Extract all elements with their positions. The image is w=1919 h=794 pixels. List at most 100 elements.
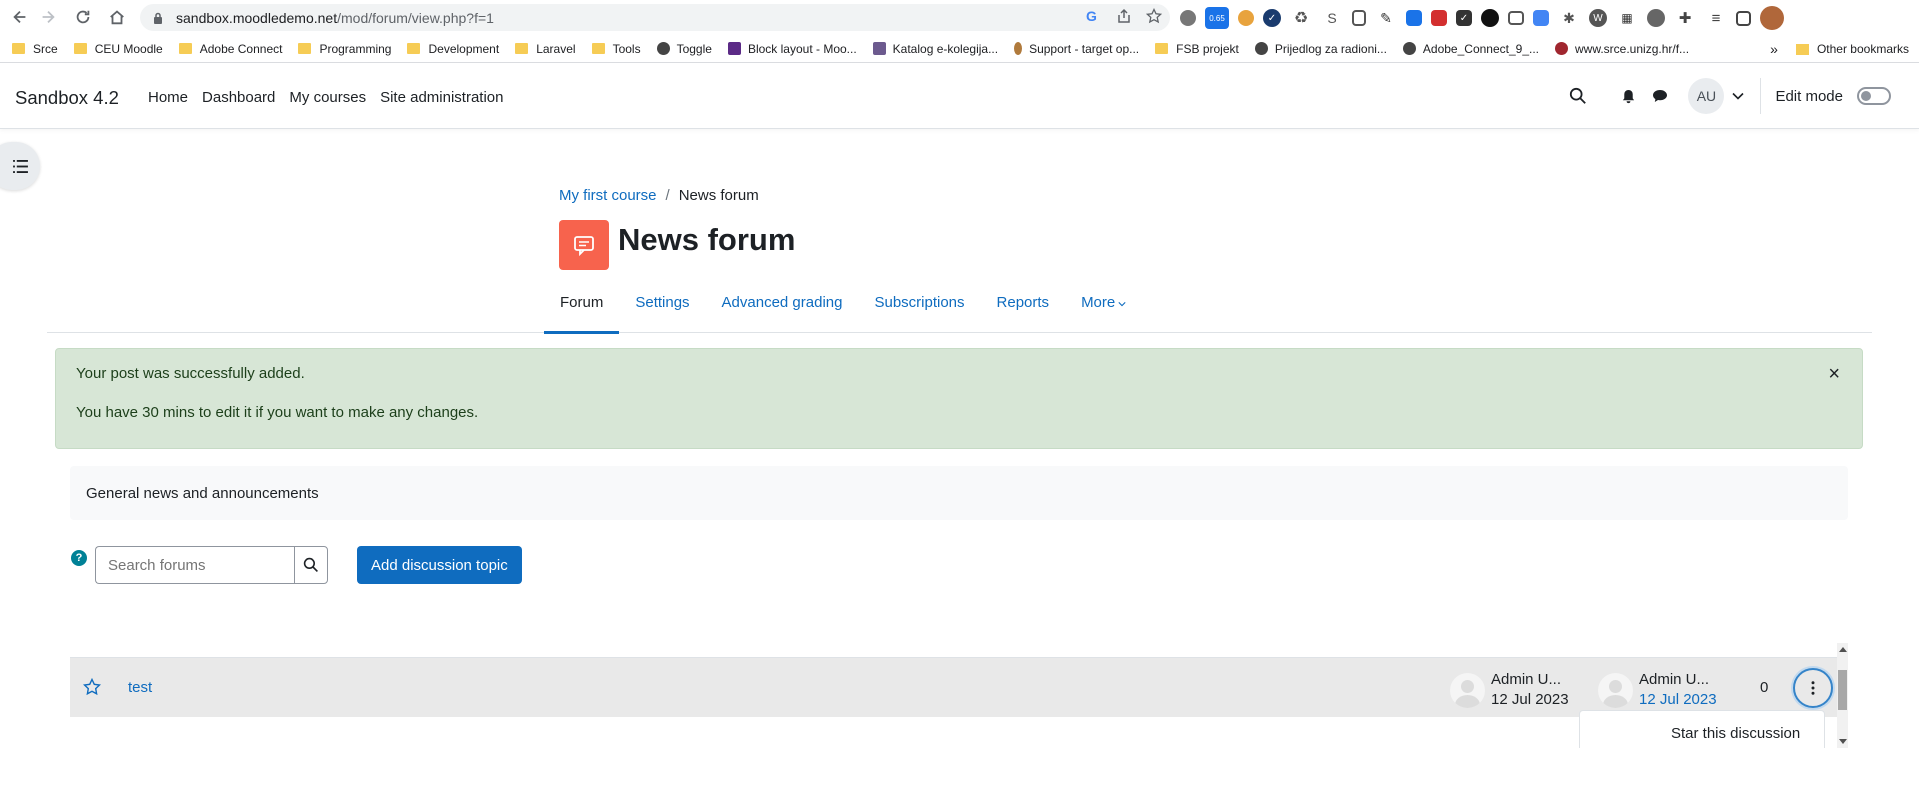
cube-icon: [872, 42, 886, 55]
add-discussion-topic-button[interactable]: Add discussion topic: [357, 546, 522, 584]
extensions-bar: 0.65 ✓ ♻ S ✎ ✓ ✱ W ▦ ✚ ≡: [1180, 6, 1784, 30]
reload-icon[interactable]: [66, 0, 100, 34]
alert-message: Your post was successfully added.: [76, 365, 305, 382]
discussion-title-link[interactable]: test: [128, 679, 152, 696]
globe-icon: [656, 42, 670, 55]
url-path: /mod/forum/view.php?f=1: [337, 9, 494, 26]
reading-list-icon[interactable]: ≡: [1705, 7, 1727, 29]
lock-icon: [154, 12, 162, 24]
folder-icon: [1795, 43, 1809, 55]
skype-icon[interactable]: S: [1321, 7, 1343, 29]
blue-square-icon[interactable]: [1406, 10, 1422, 26]
bookmark-katalog[interactable]: Katalog e-kolegija...: [872, 42, 998, 56]
folder-icon: [1155, 43, 1169, 54]
speedometer-icon[interactable]: [1647, 9, 1665, 27]
bookmark-support[interactable]: Support - target op...: [1014, 42, 1139, 56]
aperture-icon[interactable]: [1481, 9, 1499, 27]
tab-more[interactable]: More: [1065, 286, 1142, 333]
avatar: [1598, 672, 1633, 708]
replies-count[interactable]: 0: [1760, 679, 1768, 696]
search-submit-button[interactable]: [294, 546, 328, 584]
pdf-icon[interactable]: [1431, 10, 1447, 26]
discussion-actions-button[interactable]: [1793, 668, 1833, 708]
bookmark-tools[interactable]: Tools: [591, 42, 641, 56]
other-bookmarks[interactable]: Other bookmarks: [1817, 42, 1909, 56]
nav-dashboard[interactable]: Dashboard: [202, 89, 275, 106]
edit-mode-toggle[interactable]: [1857, 87, 1891, 105]
home-icon[interactable]: [100, 0, 134, 34]
discussion-list-scrollbar[interactable]: [1837, 643, 1848, 748]
messages-icon[interactable]: [1650, 86, 1670, 106]
forum-intro: General news and announcements: [70, 466, 1848, 520]
search-icon[interactable]: [1568, 86, 1588, 106]
tab-settings[interactable]: Settings: [619, 286, 705, 333]
bookmark-srce-unizg[interactable]: www.srce.unizg.hr/f...: [1555, 42, 1689, 56]
scrollbar-thumb[interactable]: [1838, 670, 1847, 710]
bookmark-development[interactable]: Development: [407, 42, 499, 56]
qr-icon[interactable]: ▦: [1616, 7, 1638, 29]
scroll-down-arrow-icon[interactable]: [1839, 739, 1847, 744]
help-icon[interactable]: ?: [71, 550, 87, 566]
bookmark-srce[interactable]: Srce: [12, 42, 58, 56]
last-post-date-link[interactable]: 12 Jul 2023: [1639, 690, 1717, 710]
bookmark-adobe-connect-9[interactable]: Adobe_Connect_9_...: [1402, 42, 1539, 56]
bookmark-toggle[interactable]: Toggle: [656, 42, 712, 56]
scroll-up-arrow-icon[interactable]: [1839, 647, 1847, 652]
notifications-bell-icon[interactable]: [1618, 86, 1638, 106]
srce-icon: [1555, 42, 1568, 55]
bookmark-prijedlog[interactable]: Prijedlog za radioni...: [1254, 42, 1387, 56]
site-brand[interactable]: Sandbox 4.2: [15, 87, 119, 109]
user-menu-avatar[interactable]: AU: [1688, 78, 1725, 114]
tab-forum[interactable]: Forum: [544, 286, 620, 334]
recycle-icon[interactable]: ♻: [1290, 7, 1312, 29]
cookie-icon[interactable]: [1238, 10, 1254, 26]
tab-more-label: More: [1081, 294, 1116, 311]
screenshot-icon[interactable]: [1508, 11, 1524, 25]
bookmark-programming[interactable]: Programming: [298, 42, 391, 56]
breadcrumb-current: News forum: [678, 187, 759, 204]
menu-item-star-discussion[interactable]: Star this discussion: [1671, 725, 1800, 742]
check-circle-icon[interactable]: ✓: [1263, 9, 1281, 27]
globe-icon: [1254, 42, 1268, 55]
bug-icon[interactable]: ✱: [1558, 7, 1580, 29]
checkbox-icon[interactable]: ✓: [1456, 10, 1472, 26]
tab-subscriptions[interactable]: Subscriptions: [858, 286, 980, 333]
side-panel-icon[interactable]: [1736, 10, 1751, 26]
tab-reports[interactable]: Reports: [981, 286, 1066, 333]
bookmark-star-icon[interactable]: [1145, 7, 1163, 24]
bookmark-laravel[interactable]: Laravel: [515, 42, 576, 56]
search-forums-input[interactable]: [95, 546, 294, 584]
star-icon[interactable]: [83, 678, 101, 696]
breadcrumb-course-link[interactable]: My first course: [559, 187, 657, 204]
search-icon: [303, 557, 318, 572]
bookmark-fsb-projekt[interactable]: FSB projekt: [1155, 42, 1239, 56]
bookmarks-overflow-button[interactable]: »: [1770, 41, 1778, 57]
bookmark-adobe-connect[interactable]: Adobe Connect: [178, 42, 282, 56]
bookmark-ceu-moodle[interactable]: CEU Moodle: [73, 42, 163, 56]
address-bar[interactable]: sandbox.moodledemo.net/mod/forum/view.ph…: [140, 4, 1170, 31]
profile-avatar[interactable]: [1760, 6, 1784, 30]
eyedropper-icon[interactable]: ✎: [1375, 7, 1397, 29]
course-index-toggle[interactable]: [0, 142, 40, 190]
document-icon[interactable]: [1352, 10, 1366, 26]
folder-icon: [12, 43, 25, 54]
puzzle-icon[interactable]: ✚: [1674, 7, 1696, 29]
navbar-divider: [1760, 78, 1762, 114]
bookmark-block-layout[interactable]: Block layout - Moo...: [727, 42, 857, 56]
folder-icon: [591, 43, 605, 54]
tab-advanced-grading[interactable]: Advanced grading: [706, 286, 859, 333]
wordpress-icon[interactable]: W: [1589, 9, 1607, 27]
extension-icon[interactable]: [1180, 10, 1196, 26]
breadcrumb: My first course / News forum: [559, 187, 759, 204]
google-lens-icon[interactable]: G: [1086, 8, 1102, 24]
extension-badge-icon[interactable]: 0.65: [1205, 7, 1229, 29]
nav-home[interactable]: Home: [148, 89, 188, 106]
chevron-down-icon[interactable]: [1732, 92, 1745, 100]
close-icon[interactable]: ×: [1828, 363, 1840, 386]
moodle-icon: [727, 42, 741, 55]
share-icon[interactable]: [1116, 8, 1132, 24]
forward-icon[interactable]: [31, 0, 65, 34]
translate-icon[interactable]: [1533, 10, 1549, 26]
nav-my-courses[interactable]: My courses: [289, 89, 366, 106]
nav-site-administration[interactable]: Site administration: [380, 89, 503, 106]
